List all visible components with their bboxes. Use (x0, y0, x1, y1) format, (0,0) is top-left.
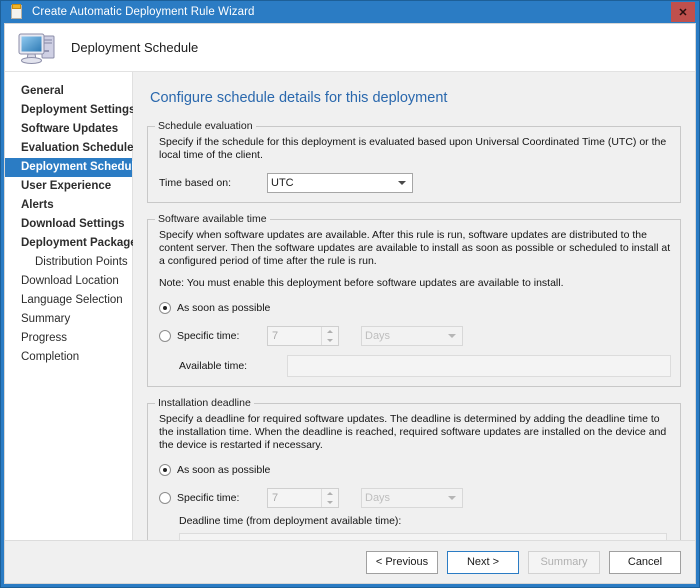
sidebar-item-language-selection[interactable]: Language Selection (5, 291, 132, 310)
sidebar-item-summary[interactable]: Summary (5, 310, 132, 329)
available-time-label: Available time: (179, 360, 248, 372)
window-title: Create Automatic Deployment Rule Wizard (32, 6, 255, 18)
next-button[interactable]: Next > (447, 550, 519, 574)
time-based-on-label: Time based on: (159, 177, 231, 189)
stepper-up-icon[interactable] (322, 489, 338, 498)
sidebar-item-software-updates[interactable]: Software Updates (5, 120, 132, 139)
schedule-evaluation-title: Schedule evaluation (155, 120, 256, 132)
sidebar-item-alerts[interactable]: Alerts (5, 196, 132, 215)
installation-deadline-group: Installation deadline Specify a deadline… (147, 397, 681, 540)
software-available-interval-stepper[interactable]: 7 (267, 326, 339, 346)
schedule-evaluation-group: Schedule evaluation Specify if the sched… (147, 120, 681, 203)
page-title: Deployment Schedule (71, 40, 199, 55)
sidebar-item-user-experience[interactable]: User Experience (5, 177, 132, 196)
summary-button: Summary (528, 550, 600, 574)
schedule-evaluation-description: Specify if the schedule for this deploym… (159, 136, 667, 161)
software-available-interval-value: 7 (272, 330, 279, 342)
time-based-on-select[interactable]: UTC (267, 173, 413, 193)
software-available-specific-radio[interactable]: Specific time: (159, 330, 267, 342)
wizard-document-icon (9, 4, 25, 20)
installation-deadline-interval-stepper[interactable]: 7 (267, 488, 339, 508)
installation-deadline-unit-select[interactable]: Days (361, 488, 463, 508)
stepper-buttons[interactable] (321, 489, 338, 507)
close-icon[interactable]: ✕ (671, 2, 695, 22)
installation-deadline-asap-label: As soon as possible (177, 464, 271, 476)
installation-deadline-specific-radio[interactable]: Specific time: (159, 492, 267, 504)
sidebar-item-download-settings[interactable]: Download Settings (5, 215, 132, 234)
client-area: Deployment Schedule General Deployment S… (4, 23, 696, 584)
sidebar-item-download-location[interactable]: Download Location (5, 272, 132, 291)
previous-button[interactable]: < Previous (366, 550, 438, 574)
settings-panel: Configure schedule details for this depl… (133, 72, 695, 540)
available-time-field[interactable] (287, 355, 671, 377)
wizard-step-nav: General Deployment Settings Software Upd… (5, 72, 141, 540)
wizard-window: Create Automatic Deployment Rule Wizard … (0, 0, 700, 588)
software-available-asap-radio[interactable]: As soon as possible (159, 302, 270, 314)
sidebar-item-distribution-points[interactable]: Distribution Points (5, 253, 132, 272)
sidebar-item-deployment-settings[interactable]: Deployment Settings (5, 101, 135, 120)
sidebar-item-general[interactable]: General (5, 82, 132, 101)
panel-heading: Configure schedule details for this depl… (150, 90, 448, 106)
stepper-down-icon[interactable] (322, 498, 338, 507)
computer-icon (17, 30, 59, 66)
sidebar-item-deployment-schedule[interactable]: Deployment Schedule (5, 158, 141, 177)
wizard-body: General Deployment Settings Software Upd… (5, 72, 695, 540)
radio-indicator (159, 464, 171, 476)
sidebar-item-completion[interactable]: Completion (5, 348, 132, 367)
software-available-time-description: Specify when software updates are availa… (159, 229, 671, 267)
software-available-unit-combo-wrap: Days (361, 326, 463, 346)
cancel-button[interactable]: Cancel (609, 550, 681, 574)
software-available-unit-select[interactable]: Days (361, 326, 463, 346)
radio-indicator (159, 330, 171, 342)
time-based-on-combo-wrap: UTC (267, 173, 413, 193)
wizard-header: Deployment Schedule (5, 24, 695, 72)
installation-deadline-title: Installation deadline (155, 397, 254, 409)
deadline-time-field[interactable] (179, 533, 667, 540)
sidebar-item-evaluation-schedule[interactable]: Evaluation Schedule (5, 139, 133, 158)
title-bar: Create Automatic Deployment Rule Wizard … (1, 1, 699, 23)
installation-deadline-specific-label: Specific time: (177, 492, 240, 504)
software-available-asap-label: As soon as possible (177, 302, 271, 314)
software-available-time-note: Note: You must enable this deployment be… (159, 277, 564, 289)
installation-deadline-unit-combo-wrap: Days (361, 488, 463, 508)
installation-deadline-description: Specify a deadline for required software… (159, 413, 667, 451)
stepper-up-icon[interactable] (322, 327, 338, 336)
stepper-buttons[interactable] (321, 327, 338, 345)
sidebar-item-progress[interactable]: Progress (5, 329, 132, 348)
software-available-time-group: Software available time Specify when sof… (147, 213, 681, 387)
stepper-down-icon[interactable] (322, 336, 338, 345)
deadline-time-label: Deadline time (from deployment available… (179, 515, 402, 527)
software-available-specific-label: Specific time: (177, 330, 240, 342)
sidebar-item-deployment-package[interactable]: Deployment Package (5, 234, 137, 253)
installation-deadline-interval-value: 7 (272, 492, 279, 504)
software-available-time-title: Software available time (155, 213, 270, 225)
radio-indicator (159, 492, 171, 504)
wizard-footer: < Previous Next > Summary Cancel (5, 540, 695, 583)
installation-deadline-asap-radio[interactable]: As soon as possible (159, 464, 270, 476)
radio-indicator (159, 302, 171, 314)
